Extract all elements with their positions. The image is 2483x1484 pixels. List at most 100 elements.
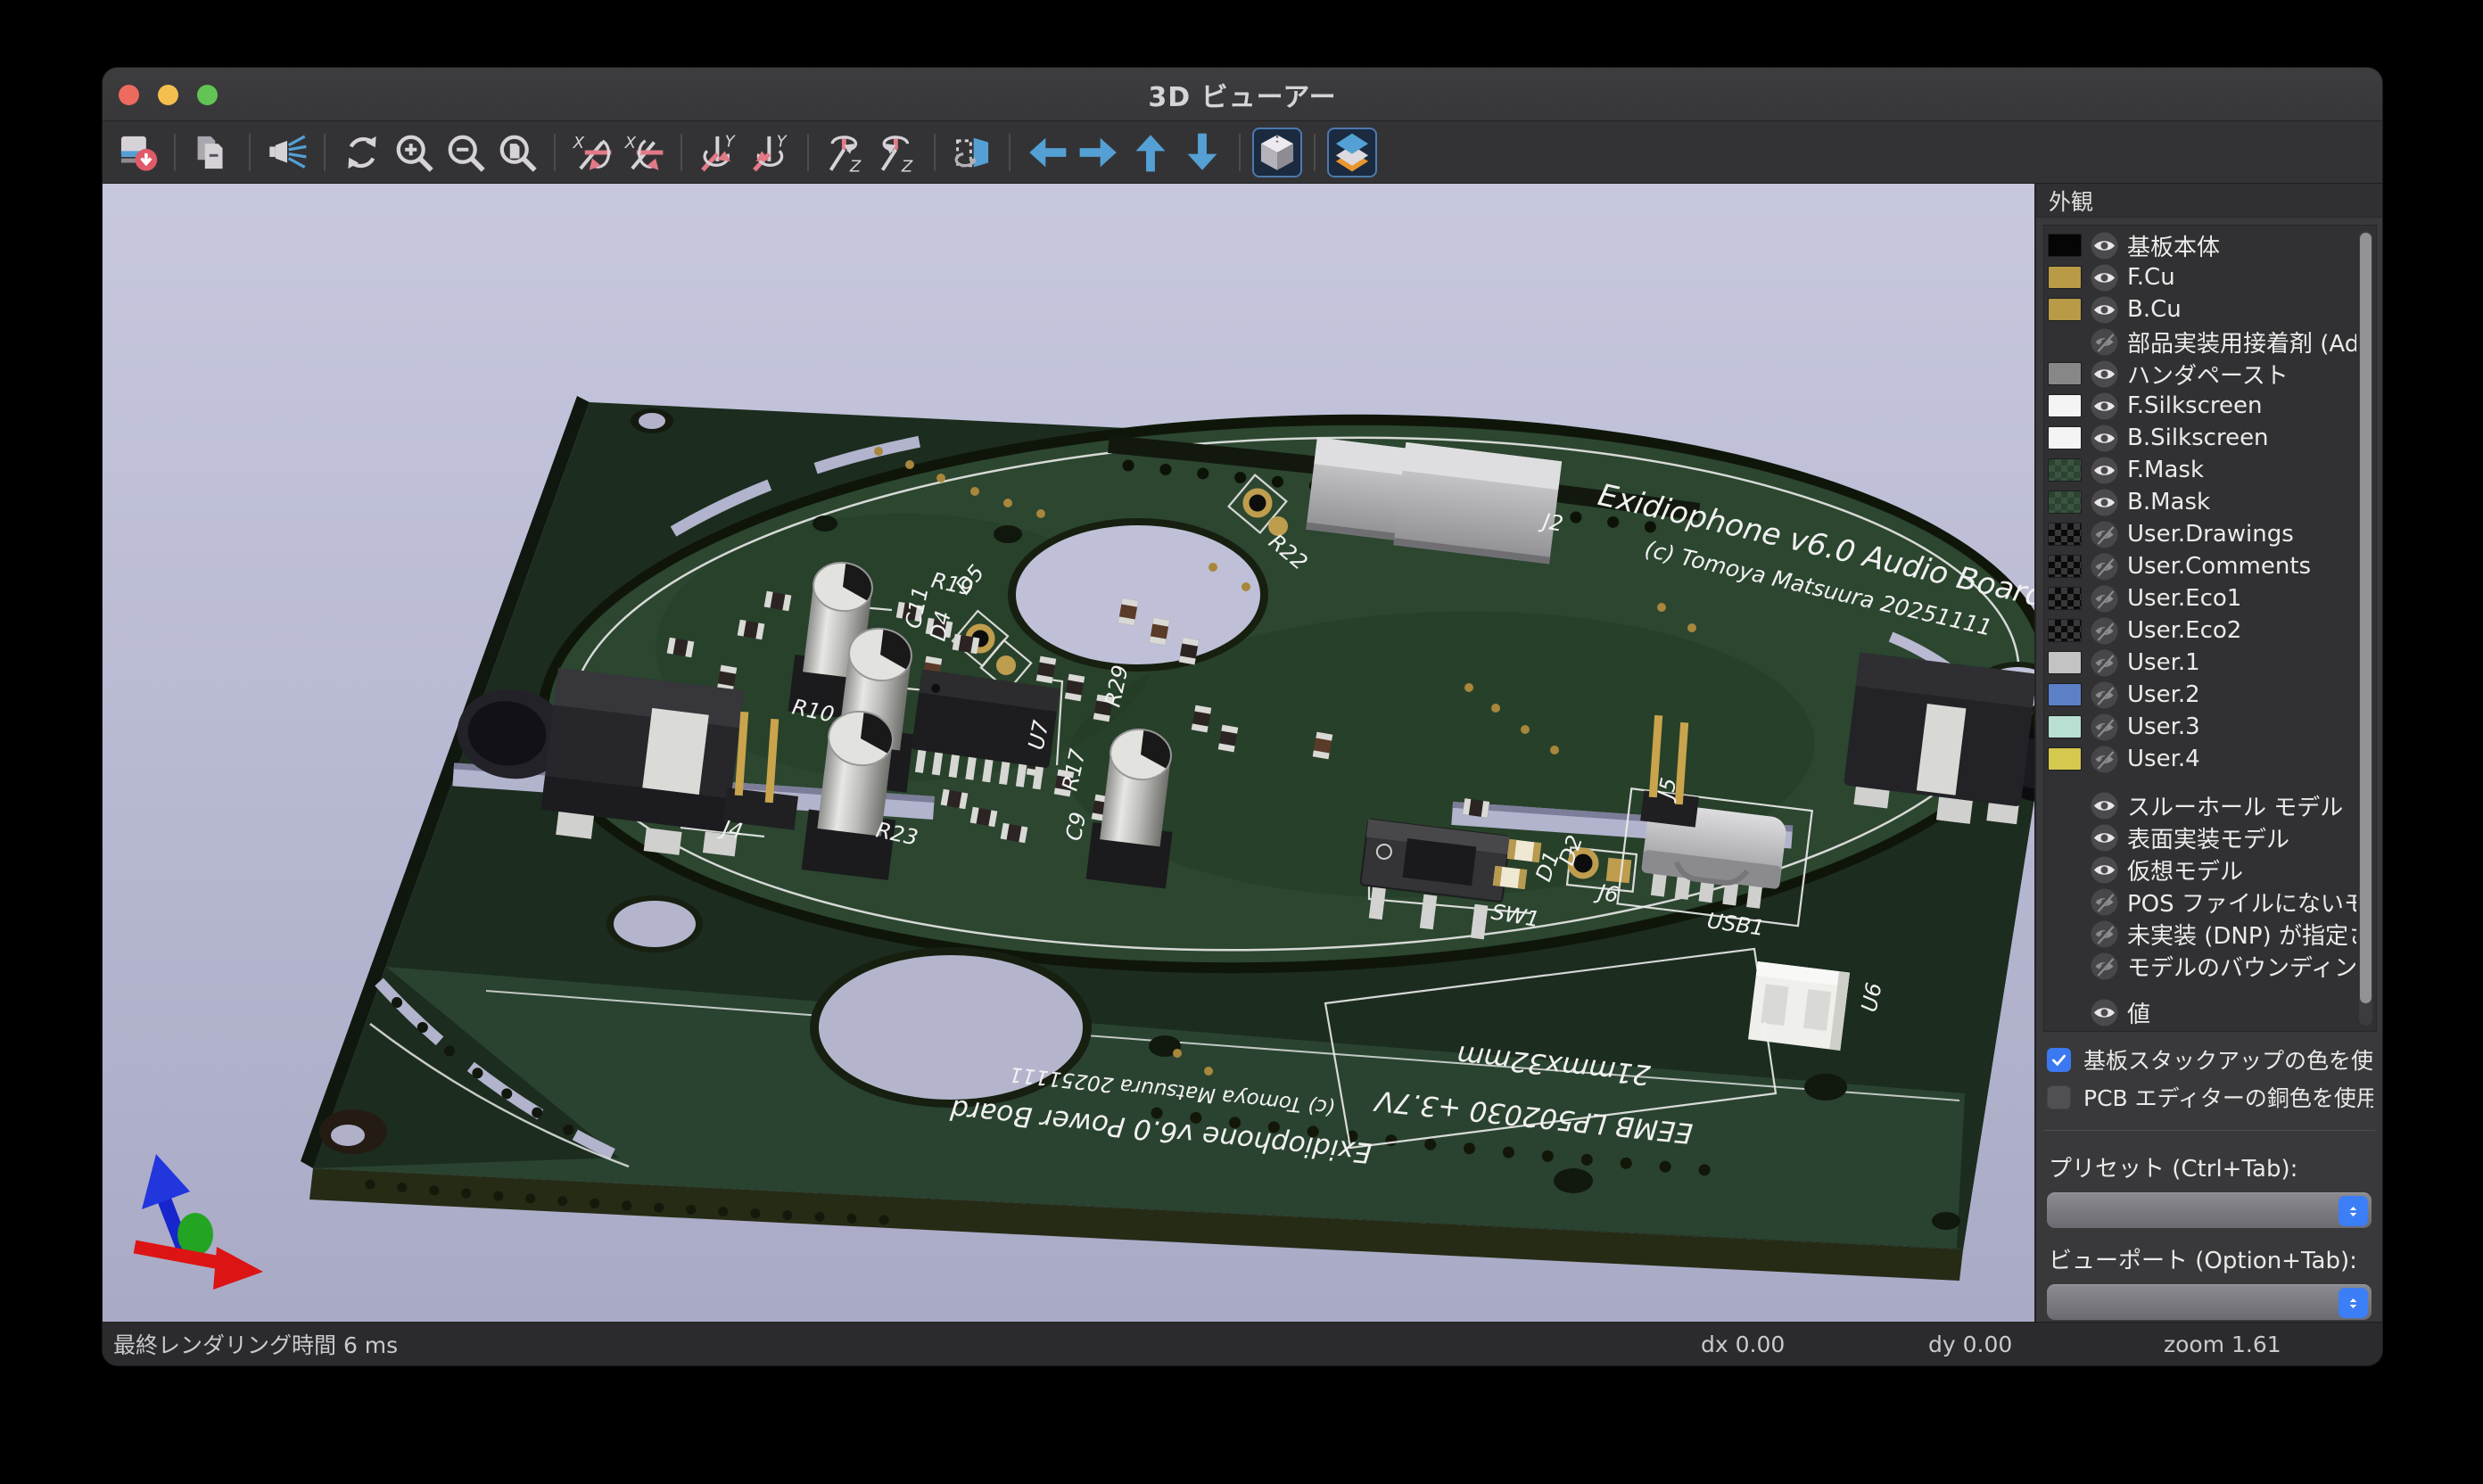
visibility-eye-off-icon[interactable] [2091, 521, 2118, 548]
toolbar-pan-right[interactable] [1074, 128, 1124, 177]
checkbox-unchecked[interactable] [2047, 1085, 2071, 1109]
layer-row-User.4[interactable]: User.4 [2048, 743, 2356, 775]
layer-color-swatch[interactable] [2048, 394, 2082, 417]
layer-row--[interactable]: 基板本体 [2048, 229, 2356, 261]
layer-color-swatch[interactable] [2048, 298, 2082, 321]
visibility-eye-off-icon[interactable] [2091, 888, 2118, 916]
layer-color-swatch[interactable] [2048, 266, 2082, 289]
visibility-eye-icon[interactable] [2091, 296, 2118, 324]
visibility-eye-icon[interactable] [2091, 232, 2118, 260]
toolbar-reload-board[interactable] [112, 128, 162, 177]
layer-row-B.Mask[interactable]: B.Mask [2048, 486, 2356, 518]
toolbar-show-layers[interactable] [1327, 128, 1377, 177]
visibility-eye-off-icon[interactable] [2091, 920, 2118, 948]
visibility-eye-icon[interactable] [2091, 824, 2118, 852]
layer-row-User.Eco2[interactable]: User.Eco2 [2048, 614, 2356, 647]
visibility-eye-icon[interactable] [2091, 392, 2118, 420]
layer-row-F.Cu[interactable]: F.Cu [2048, 261, 2356, 293]
layer-row-User.Eco1[interactable]: User.Eco1 [2048, 582, 2356, 614]
visibility-eye-off-icon[interactable] [2091, 617, 2118, 645]
toolbar-orthographic-projection[interactable] [1252, 128, 1302, 177]
layer-color-swatch[interactable] [2048, 458, 2082, 482]
visibility-eye-icon[interactable] [2091, 457, 2118, 484]
model-row--[interactable]: 仮想モデル [2048, 853, 2356, 886]
toolbar-rotate-x-counterclockwise[interactable]: X [619, 128, 669, 177]
layer-color-swatch[interactable] [2048, 683, 2082, 706]
layer-color-swatch[interactable] [2048, 747, 2082, 771]
layer-color-swatch[interactable] [2048, 715, 2082, 738]
toolbar-zoom-out[interactable] [441, 128, 491, 177]
layer-row-User.3[interactable]: User.3 [2048, 711, 2356, 743]
extra-row--[interactable]: 値 [2048, 996, 2356, 1028]
model-row--[interactable]: 表面実装モデル [2048, 821, 2356, 853]
visibility-eye-off-icon[interactable] [2091, 328, 2118, 356]
layer-color-swatch[interactable] [2048, 491, 2082, 514]
layer-row-B.Cu[interactable]: B.Cu [2048, 293, 2356, 326]
visibility-eye-off-icon[interactable] [2091, 952, 2118, 980]
visibility-eye-icon[interactable] [2091, 1031, 2118, 1032]
visibility-eye-icon[interactable] [2091, 792, 2118, 820]
layer-row-F.Silkscreen[interactable]: F.Silkscreen [2048, 390, 2356, 422]
toolbar-flip-board[interactable] [947, 128, 997, 177]
visibility-eye-off-icon[interactable] [2091, 713, 2118, 741]
stepper-icon[interactable] [2339, 1288, 2368, 1318]
checkbox-row-0[interactable]: 基板スタックアップの色を使用 [2047, 1041, 2373, 1078]
toolbar-rotate-z-clockwise[interactable]: Z [821, 128, 870, 177]
layer-color-swatch[interactable] [2048, 234, 2082, 257]
toolbar-rotate-x-clockwise[interactable]: X [567, 128, 617, 177]
layer-row--[interactable]: ハンダペースト [2048, 358, 2356, 390]
visibility-eye-icon[interactable] [2091, 856, 2118, 884]
layer-row--Adh[interactable]: 部品実装用接着剤 (Adh [2048, 326, 2356, 358]
visibility-eye-icon[interactable] [2091, 264, 2118, 292]
scrollbar-thumb[interactable] [2360, 233, 2372, 1003]
layer-color-swatch[interactable] [2048, 651, 2082, 674]
viewport-select[interactable] [2047, 1284, 2372, 1320]
checkbox-checked[interactable] [2047, 1048, 2071, 1072]
visibility-eye-icon[interactable] [2091, 999, 2118, 1026]
toolbar-pan-up[interactable] [1126, 128, 1176, 177]
toolbar-copy-image[interactable] [187, 128, 237, 177]
layer-row-User.Comments[interactable]: User.Comments [2048, 550, 2356, 582]
visibility-eye-icon[interactable] [2091, 360, 2118, 388]
toolbar-rotate-y-clockwise[interactable]: Y [694, 128, 744, 177]
model-row--[interactable]: スルーホール モデル [2048, 789, 2356, 821]
visibility-eye-off-icon[interactable] [2091, 746, 2118, 773]
visibility-eye-icon[interactable] [2091, 489, 2118, 516]
extra-row[interactable] [2048, 1028, 2356, 1031]
toolbar-pan-left[interactable] [1022, 128, 1072, 177]
layer-color-swatch[interactable] [2048, 523, 2082, 546]
layer-color-swatch[interactable] [2048, 619, 2082, 642]
toolbar-pan-down[interactable] [1177, 128, 1227, 177]
layer-color-swatch[interactable] [2048, 587, 2082, 610]
close-button[interactable] [119, 85, 139, 105]
toolbar-render-raytracing[interactable] [262, 128, 312, 177]
layer-color-swatch[interactable] [2048, 555, 2082, 578]
toolbar-zoom-to-fit[interactable] [492, 128, 542, 177]
zoom-button[interactable] [197, 85, 218, 105]
layer-row-F.Mask[interactable]: F.Mask [2048, 454, 2356, 486]
visibility-eye-icon[interactable] [2091, 425, 2118, 452]
rotate-y-counterclockwise-icon: Y [750, 132, 791, 173]
visibility-eye-off-icon[interactable] [2091, 553, 2118, 581]
checkbox-row-1[interactable]: PCB エディターの銅色を使用 [2047, 1078, 2373, 1116]
layer-color-swatch[interactable] [2048, 362, 2082, 385]
3d-viewport[interactable]: Exidiophone v6.0 Audio Board (c) Tomoya … [103, 184, 2034, 1322]
visibility-eye-off-icon[interactable] [2091, 649, 2118, 677]
layer-row-User.1[interactable]: User.1 [2048, 647, 2356, 679]
visibility-eye-off-icon[interactable] [2091, 585, 2118, 613]
layer-color-swatch[interactable] [2048, 426, 2082, 449]
model-row-POS-[interactable]: POS ファイルにないモ [2048, 886, 2356, 918]
visibility-eye-off-icon[interactable] [2091, 681, 2118, 709]
toolbar-rotate-z-counterclockwise[interactable]: Z [872, 128, 922, 177]
toolbar-zoom-in[interactable] [389, 128, 439, 177]
layer-row-User.2[interactable]: User.2 [2048, 679, 2356, 711]
layer-row-User.Drawings[interactable]: User.Drawings [2048, 518, 2356, 550]
toolbar-rotate-y-counterclockwise[interactable]: Y [746, 128, 796, 177]
minimize-button[interactable] [158, 85, 178, 105]
stepper-icon[interactable] [2339, 1196, 2368, 1226]
layer-row-B.Silkscreen[interactable]: B.Silkscreen [2048, 422, 2356, 454]
preset-select[interactable] [2047, 1192, 2372, 1228]
toolbar-refresh-view[interactable] [337, 128, 387, 177]
model-row--[interactable]: モデルのバウンディング [2048, 950, 2356, 982]
model-row--DNP-[interactable]: 未実装 (DNP) が指定さ [2048, 918, 2356, 950]
